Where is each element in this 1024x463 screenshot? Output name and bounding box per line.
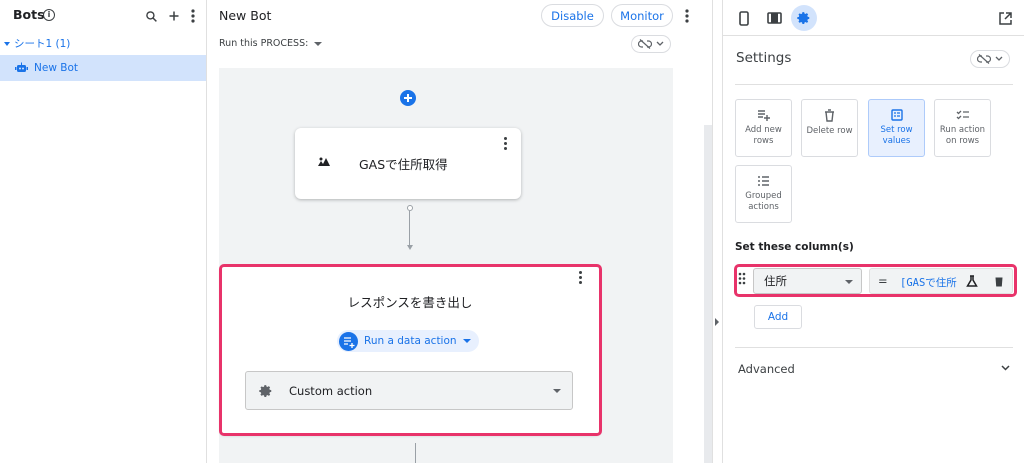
step-card-gas[interactable]: GASで住所取得 <box>295 128 521 199</box>
tile-label: Grouped actions <box>745 191 782 212</box>
gear-icon[interactable] <box>791 5 817 31</box>
tile-label: Delete row <box>806 126 853 136</box>
connector-line <box>415 443 416 463</box>
info-icon[interactable]: i <box>43 9 55 21</box>
add-column-button[interactable]: Add <box>754 305 802 329</box>
monitor-button[interactable]: Monitor <box>611 4 673 27</box>
tile-grouped-actions[interactable]: Grouped actions <box>735 165 792 223</box>
chevron-down-icon[interactable] <box>1001 365 1010 371</box>
run-process-select[interactable]: Run this PROCESS: <box>219 38 323 49</box>
settings-panel: Settings Add new rows Delete row Set row… <box>722 0 1024 463</box>
chevron-right-icon <box>715 318 719 326</box>
link-off-icon <box>638 39 652 49</box>
highlight-box <box>734 264 1017 297</box>
tile-set-row-values[interactable]: Set row values <box>868 99 925 157</box>
more-vert-icon[interactable] <box>504 137 508 150</box>
bot-editor: New Bot Disable Monitor Run this PROCESS… <box>207 0 707 463</box>
panel-tabs <box>723 0 1024 36</box>
checklist-icon <box>956 110 969 120</box>
highlight-box <box>219 264 602 436</box>
tile-add-new-rows[interactable]: Add new rows <box>735 99 792 157</box>
chevron-down-icon <box>995 56 1003 61</box>
settings-title: Settings <box>736 50 792 66</box>
open-external-icon[interactable] <box>992 5 1018 31</box>
edit-row-icon <box>890 109 903 121</box>
list-icon <box>758 176 769 186</box>
bot-item-label: New Bot <box>34 62 78 74</box>
chevron-down-icon <box>656 41 664 46</box>
tile-label: Run action on rows <box>939 125 986 146</box>
run-process-label: Run this PROCESS: <box>219 38 309 49</box>
search-icon[interactable] <box>143 8 159 24</box>
bot-list-item[interactable]: New Bot <box>0 55 206 81</box>
sidebar-title: Bots <box>13 7 45 22</box>
add-rows-icon <box>758 110 770 121</box>
tile-label: Set row values <box>880 125 913 146</box>
tile-run-action-on-rows[interactable]: Run action on rows <box>934 99 991 157</box>
tile-label: Add new rows <box>745 125 782 146</box>
more-vert-icon[interactable] <box>185 8 201 24</box>
caret-down-icon <box>4 41 10 46</box>
connector-dot <box>407 205 413 211</box>
link-off-icon <box>977 54 991 64</box>
advanced-section[interactable]: Advanced <box>738 362 795 376</box>
tile-delete-row[interactable]: Delete row <box>801 99 858 157</box>
connector-line <box>409 211 410 248</box>
divider <box>735 347 1013 348</box>
disable-button[interactable]: Disable <box>541 4 604 27</box>
step-title: GASで住所取得 <box>359 157 448 172</box>
sheet-group[interactable]: シート1 (1) <box>3 36 70 51</box>
divider <box>735 84 1013 85</box>
panel-resize-handle[interactable] <box>712 0 722 463</box>
bot-name: New Bot <box>219 8 272 23</box>
scrollbar[interactable] <box>704 125 712 463</box>
bots-sidebar: Bots i シート1 (1) New Bot <box>0 0 207 463</box>
unlink-toggle[interactable] <box>631 35 671 53</box>
tablet-icon[interactable] <box>761 5 787 31</box>
webhook-icon <box>316 155 332 169</box>
unlink-toggle[interactable] <box>970 50 1010 68</box>
phone-icon[interactable] <box>731 5 757 31</box>
set-columns-label: Set these column(s) <box>735 241 854 253</box>
trash-icon <box>825 109 834 122</box>
arrow-down-icon <box>407 245 413 250</box>
more-vert-icon[interactable] <box>679 8 695 24</box>
add-icon[interactable] <box>166 8 182 24</box>
add-step-icon[interactable] <box>400 90 416 106</box>
bot-icon <box>15 62 28 72</box>
sheet-group-label: シート1 (1) <box>14 38 71 50</box>
chevron-down-icon <box>314 41 323 46</box>
